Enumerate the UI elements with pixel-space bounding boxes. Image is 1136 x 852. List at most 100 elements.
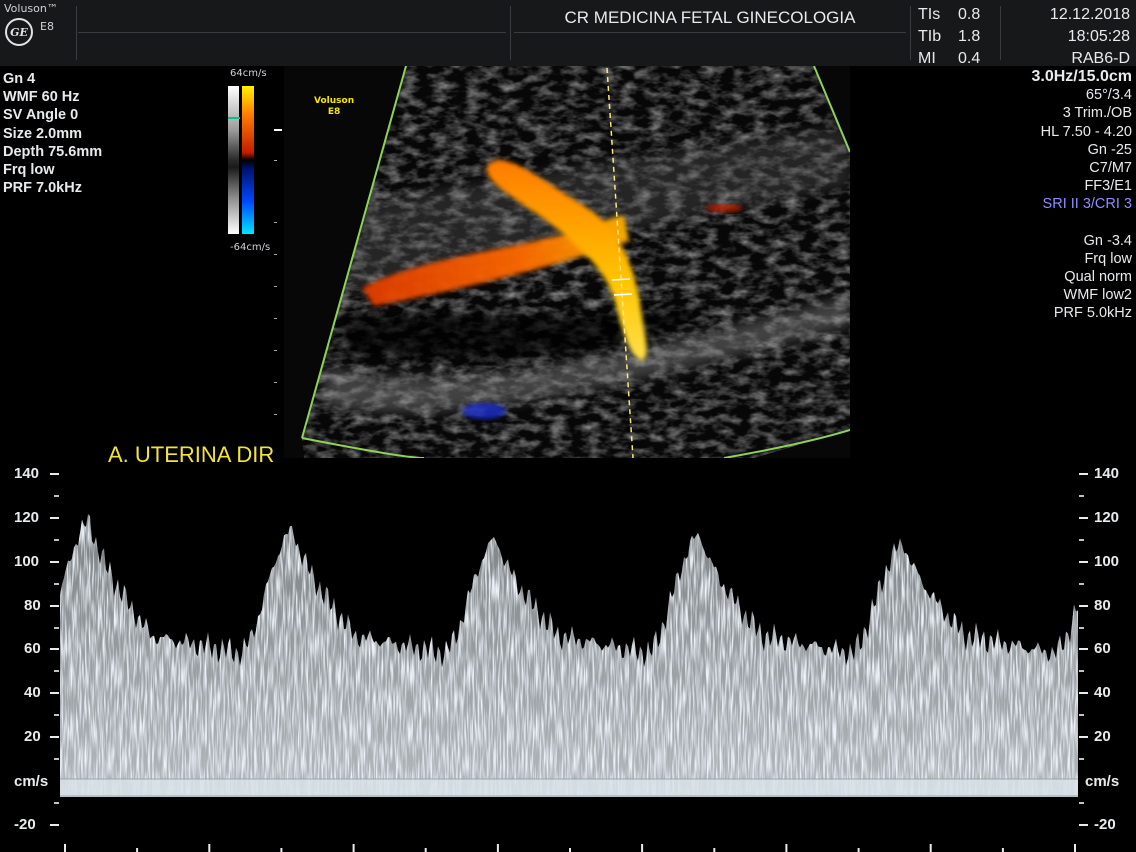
header-line: [78, 32, 506, 33]
velocity-minor-tick: [54, 538, 59, 541]
velocity-tick-label-right: 120: [1094, 508, 1120, 526]
time-tick: [280, 848, 283, 852]
index-value: 1.8: [958, 28, 981, 45]
velocity-tick-left: [50, 560, 59, 563]
velocity-tick-left: [50, 823, 59, 826]
velocity-tick-label-right: 40: [1094, 684, 1111, 702]
time-tick: [1074, 844, 1076, 852]
velocity-tick-right: [1079, 473, 1088, 475]
velocity-minor-tick: [1079, 626, 1084, 629]
velocity-tick-label-right: 80: [1094, 596, 1111, 614]
depth-scale-tick: [274, 254, 277, 255]
param-sri: SRI II 3/CRI 3: [1042, 196, 1132, 213]
param-map: C7/M7: [1089, 160, 1132, 177]
param-color-frequency: Frq low: [1084, 250, 1132, 267]
velocity-tick-right: [1079, 560, 1088, 563]
velocity-tick-left: [50, 648, 59, 651]
velocity-minor-tick: [1079, 801, 1084, 804]
velocity-tick-label-left: 120: [14, 508, 40, 526]
velocity-tick-label-right: 60: [1094, 640, 1111, 658]
velocity-tick-left: [50, 516, 59, 519]
color-flow-blue: [462, 403, 506, 419]
color-scale-min: -64cm/s: [230, 242, 271, 253]
institution-name: CR MEDICINA FETAL GINECOLOGIA: [564, 8, 856, 27]
velocity-tick-label-left: 40: [24, 684, 41, 702]
time-tick: [352, 844, 355, 852]
param-color-wmf: WMF low2: [1063, 287, 1132, 304]
param-gain-2d: Gn -25: [1087, 141, 1132, 158]
sample-gate-bottom[interactable]: [613, 293, 633, 296]
imaging-parameters: 3.0Hz/15.0cm 65°/3.4 3 Trim./OB HL 7.50 …: [1031, 68, 1132, 323]
time-tick: [64, 844, 66, 852]
date-time-probe: 12.12.2018 18:05:28 RAB6-D: [1050, 4, 1130, 70]
spectral-doppler-waveform: [60, 514, 1078, 852]
index-key: MI: [918, 50, 936, 67]
sample-gate-top[interactable]: [611, 278, 631, 281]
velocity-tick-left: [50, 473, 59, 475]
param-gain: Gn 4: [3, 71, 36, 87]
exam-time: 18:05:28: [1067, 28, 1130, 45]
velocity-minor-tick: [54, 582, 59, 585]
depth-scale-tick: [274, 414, 277, 415]
velocity-minor-tick: [1079, 714, 1084, 717]
header-divider: [910, 6, 911, 60]
param-harmonic: HL 7.50 - 4.20: [1040, 123, 1132, 140]
index-key: TIb: [918, 28, 942, 45]
index-value: 0.8: [958, 6, 981, 23]
brand-name: Voluson™: [4, 2, 58, 15]
velocity-minor-tick: [54, 758, 59, 761]
logo-text: GE: [10, 25, 28, 39]
baseline-marker: [228, 117, 240, 119]
param-frame-filter: FF3/E1: [1084, 178, 1132, 195]
velocity-tick-left: [50, 692, 59, 695]
model-name: E8: [40, 20, 54, 33]
color-flow-red: [706, 204, 742, 212]
velocity-unit-right: cm/s: [1085, 773, 1120, 790]
voluson-watermark: Voluson E8: [314, 96, 354, 118]
velocity-tick-label-left: 80: [24, 596, 41, 614]
header-bar: Voluson™ GE E8 CR MEDICINA FETAL GINECOL…: [0, 0, 1136, 67]
velocity-minor-tick: [1079, 758, 1084, 761]
velocity-tick-right: [1079, 692, 1088, 695]
velocity-minor-tick: [54, 714, 59, 717]
velocity-tick-left: [50, 604, 59, 607]
velocity-tick-left: [50, 736, 59, 739]
param-sv-angle: SV Angle 0: [3, 107, 79, 124]
param-sample-size: Size 2.0mm: [3, 125, 82, 142]
depth-scale-tick: [274, 160, 277, 161]
ge-logo-icon: GE: [5, 18, 33, 46]
color-doppler-image: [284, 66, 850, 458]
velocity-tick-right: [1079, 648, 1088, 651]
velocity-tick-label-right: -20: [1094, 815, 1116, 833]
time-tick: [569, 848, 571, 852]
bmode-svg: [284, 66, 850, 458]
depth-marker: [274, 129, 282, 131]
velocity-tick-label-left: 140: [14, 465, 40, 482]
depth-scale-tick: [274, 318, 277, 319]
param-prf: PRF 7.0kHz: [3, 180, 82, 197]
header-divider: [1000, 6, 1001, 60]
color-velocity-bar: [242, 86, 254, 234]
velocity-tick-right: [1079, 516, 1088, 519]
time-tick: [641, 844, 644, 852]
param-frame-rate-depth: 3.0Hz/15.0cm: [1031, 68, 1132, 85]
index-value: 0.4: [958, 50, 981, 67]
baseline-band: [60, 779, 1078, 797]
header-line: [514, 32, 906, 33]
velocity-minor-tick: [1079, 582, 1084, 585]
header-divider: [76, 6, 77, 60]
time-tick: [857, 848, 860, 852]
time-tick: [785, 844, 788, 852]
depth-scale-tick: [274, 350, 277, 351]
time-tick: [929, 844, 932, 852]
velocity-tick-right: [1079, 604, 1088, 607]
watermark-line: E8: [327, 107, 341, 117]
index-key: TIs: [918, 6, 941, 23]
param-wall-filter: WMF 60 Hz: [3, 89, 80, 106]
time-tick: [496, 844, 499, 852]
depth-scale-tick: [274, 222, 277, 223]
velocity-tick-label-left: 20: [24, 728, 41, 746]
velocity-tick-label-left: -20: [14, 815, 36, 833]
velocity-tick-right: [1079, 823, 1088, 826]
